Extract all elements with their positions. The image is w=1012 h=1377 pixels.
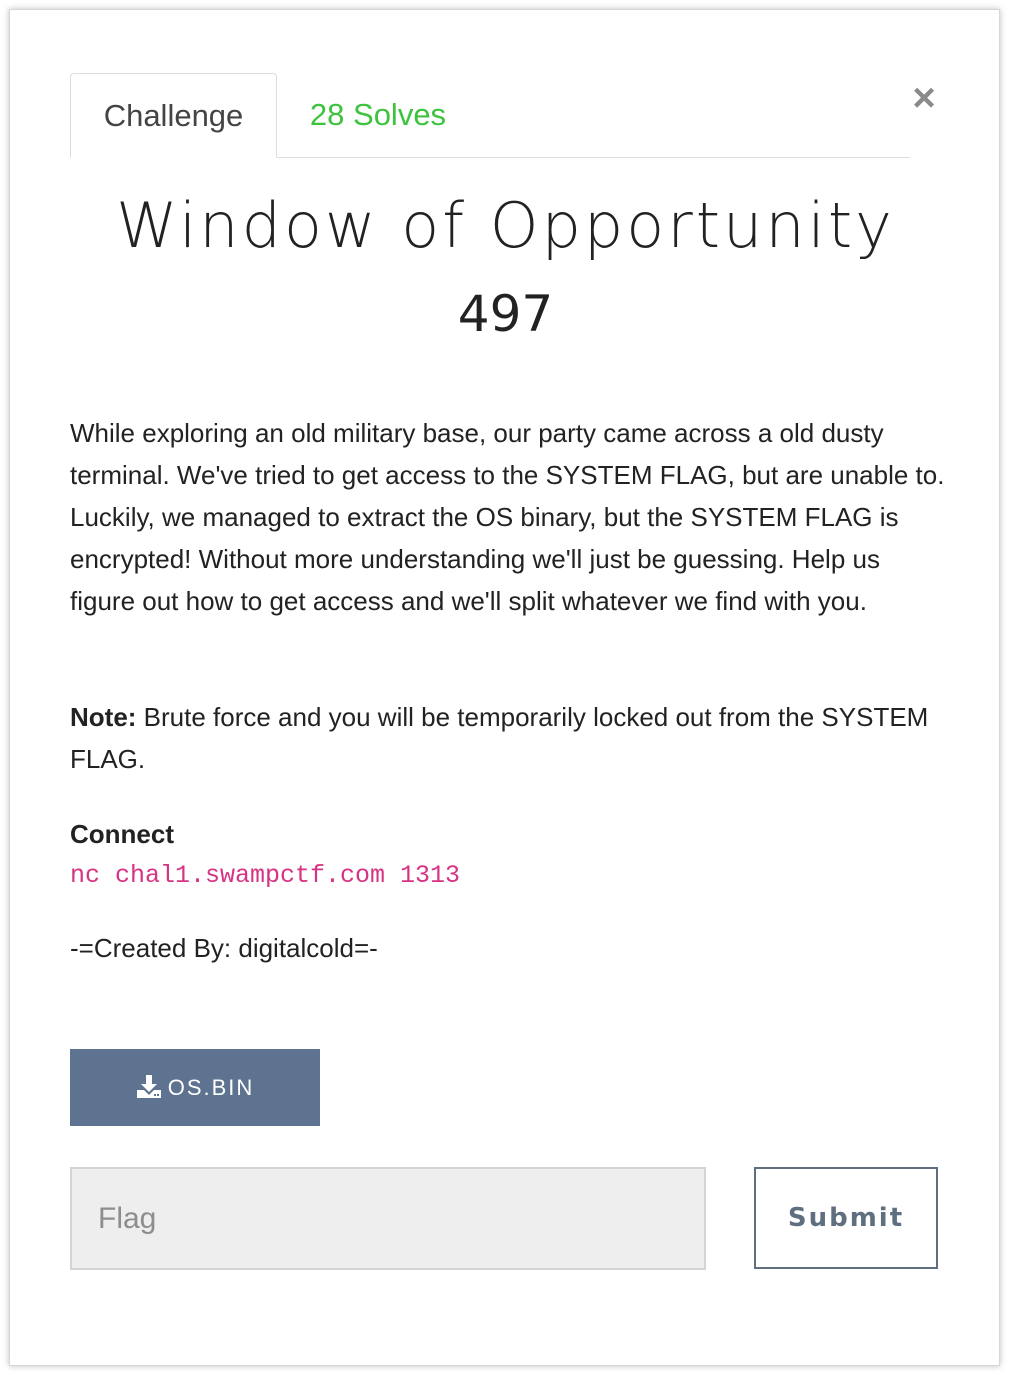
submit-button[interactable]: Submit xyxy=(754,1167,938,1269)
challenge-points: 497 xyxy=(457,285,554,343)
challenge-description: While exploring an old military base, ou… xyxy=(70,418,945,616)
tab-bar: Challenge 28 Solves xyxy=(70,73,910,158)
download-icon xyxy=(136,1075,161,1098)
challenge-modal: Challenge 28 Solves × Window of Opportun… xyxy=(9,9,1000,1366)
download-label: OS.BIN xyxy=(167,1075,255,1100)
tab-challenge[interactable]: Challenge xyxy=(70,73,277,158)
challenge-note: Note: Brute force and you will be tempor… xyxy=(70,696,950,780)
note-text: Brute force and you will be temporarily … xyxy=(70,702,929,774)
download-file-button[interactable]: OS.BIN xyxy=(70,1049,320,1126)
close-icon[interactable]: × xyxy=(908,78,940,118)
flag-input[interactable] xyxy=(70,1167,706,1270)
connect-heading: Connect xyxy=(70,819,174,849)
connect-command: nc chal1.swampctf.com 1313 xyxy=(70,861,461,890)
tab-solves[interactable]: 28 Solves xyxy=(277,73,479,157)
challenge-author: -=Created By: digitalcold=- xyxy=(70,933,378,963)
challenge-title: Window of Opportunity xyxy=(116,189,895,262)
note-label: Note: xyxy=(70,702,137,732)
